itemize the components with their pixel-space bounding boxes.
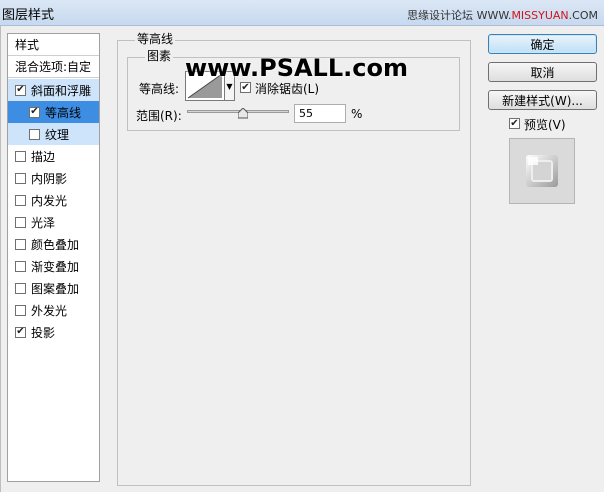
color-overlay-label: 颜色叠加 [31, 237, 80, 252]
contour-label: 等高线: [139, 82, 180, 96]
contour-label: 等高线 [45, 105, 82, 120]
style-item-outer-glow[interactable]: 外发光 [8, 299, 99, 321]
site-watermark-prefix: WWW. [476, 9, 512, 22]
contour-section-title: 等高线 [135, 30, 176, 47]
antialias-label: 消除锯齿(L) [255, 82, 320, 96]
range-unit: % [351, 107, 363, 121]
style-item-contour[interactable]: ✔ 等高线 [8, 101, 99, 123]
style-item-stroke[interactable]: 描边 [8, 145, 99, 167]
chevron-down-icon: ▼ [226, 81, 233, 91]
site-watermark-red: MISSYUAN [511, 9, 569, 22]
inner-shadow-label: 内阴影 [31, 171, 68, 186]
stroke-checkbox[interactable] [15, 150, 26, 162]
gradient-overlay-checkbox[interactable] [15, 260, 26, 272]
style-item-texture[interactable]: 纹理 [8, 123, 99, 145]
site-watermark-suffix: .COM [568, 9, 598, 22]
range-slider-thumb[interactable] [238, 108, 249, 119]
range-label: 范围(R): [136, 109, 182, 123]
inner-glow-checkbox[interactable] [15, 194, 26, 206]
outer-glow-checkbox[interactable] [15, 304, 26, 316]
style-item-color-overlay[interactable]: 颜色叠加 [8, 233, 99, 255]
range-value-input[interactable]: 55 [294, 104, 346, 123]
inner-shadow-checkbox[interactable] [15, 172, 26, 184]
satin-label: 光泽 [31, 215, 56, 230]
style-list: 样式 混合选项:自定 ✔ 斜面和浮雕 ✔ 等高线 纹理 描边 内阴影 内发光 光… [7, 33, 100, 482]
stroke-label: 描边 [31, 149, 56, 164]
ok-button[interactable]: 确定 [488, 34, 597, 54]
satin-checkbox[interactable] [15, 216, 26, 228]
style-preview-thumbnail [509, 138, 575, 204]
site-watermark: 思缘设计论坛 WWW.MISSYUAN.COM [407, 7, 598, 23]
style-item-inner-glow[interactable]: 内发光 [8, 189, 99, 211]
style-item-bevel-emboss[interactable]: ✔ 斜面和浮雕 [8, 79, 99, 101]
preview-label: 预览(V) [524, 118, 566, 132]
style-item-inner-shadow[interactable]: 内阴影 [8, 167, 99, 189]
texture-label: 纹理 [45, 127, 70, 142]
style-item-pattern-overlay[interactable]: 图案叠加 [8, 277, 99, 299]
site-watermark-cn: 思缘设计论坛 [407, 9, 474, 22]
gradient-overlay-label: 渐变叠加 [31, 259, 80, 274]
range-value: 55 [299, 107, 313, 120]
drop-shadow-checkbox[interactable]: ✔ [15, 326, 26, 338]
antialias-checkbox[interactable]: ✔ [240, 82, 251, 93]
bevel-preview-icon [526, 155, 558, 187]
style-item-drop-shadow[interactable]: ✔ 投影 [8, 321, 99, 343]
blend-options-label: 混合选项:自定 [15, 60, 92, 74]
inner-glow-label: 内发光 [31, 193, 68, 208]
psall-watermark: www.PSALL.com [185, 54, 408, 82]
outer-glow-label: 外发光 [31, 303, 68, 318]
style-item-satin[interactable]: 光泽 [8, 211, 99, 233]
window-title: 图层样式 [2, 8, 55, 23]
style-list-header-label: 样式 [15, 38, 40, 52]
cancel-button[interactable]: 取消 [488, 62, 597, 82]
bevel-emboss-checkbox[interactable]: ✔ [15, 84, 26, 96]
layer-style-dialog: 样式 混合选项:自定 ✔ 斜面和浮雕 ✔ 等高线 纹理 描边 内阴影 内发光 光… [0, 26, 604, 492]
blend-options-item[interactable]: 混合选项:自定 [8, 56, 99, 78]
bevel-emboss-label: 斜面和浮雕 [31, 83, 92, 98]
drop-shadow-label: 投影 [31, 325, 56, 340]
style-item-gradient-overlay[interactable]: 渐变叠加 [8, 255, 99, 277]
preview-checkbox[interactable]: ✔ [509, 118, 520, 129]
pattern-overlay-label: 图案叠加 [31, 281, 80, 296]
elements-group-title: 图素 [145, 47, 174, 64]
texture-checkbox[interactable] [29, 128, 40, 140]
title-bar[interactable]: 图层样式 思缘设计论坛 WWW.MISSYUAN.COM [0, 0, 604, 26]
style-list-header[interactable]: 样式 [8, 34, 99, 56]
contour-checkbox[interactable]: ✔ [29, 106, 40, 118]
color-overlay-checkbox[interactable] [15, 238, 26, 250]
new-style-button[interactable]: 新建样式(W)... [488, 90, 597, 110]
pattern-overlay-checkbox[interactable] [15, 282, 26, 294]
